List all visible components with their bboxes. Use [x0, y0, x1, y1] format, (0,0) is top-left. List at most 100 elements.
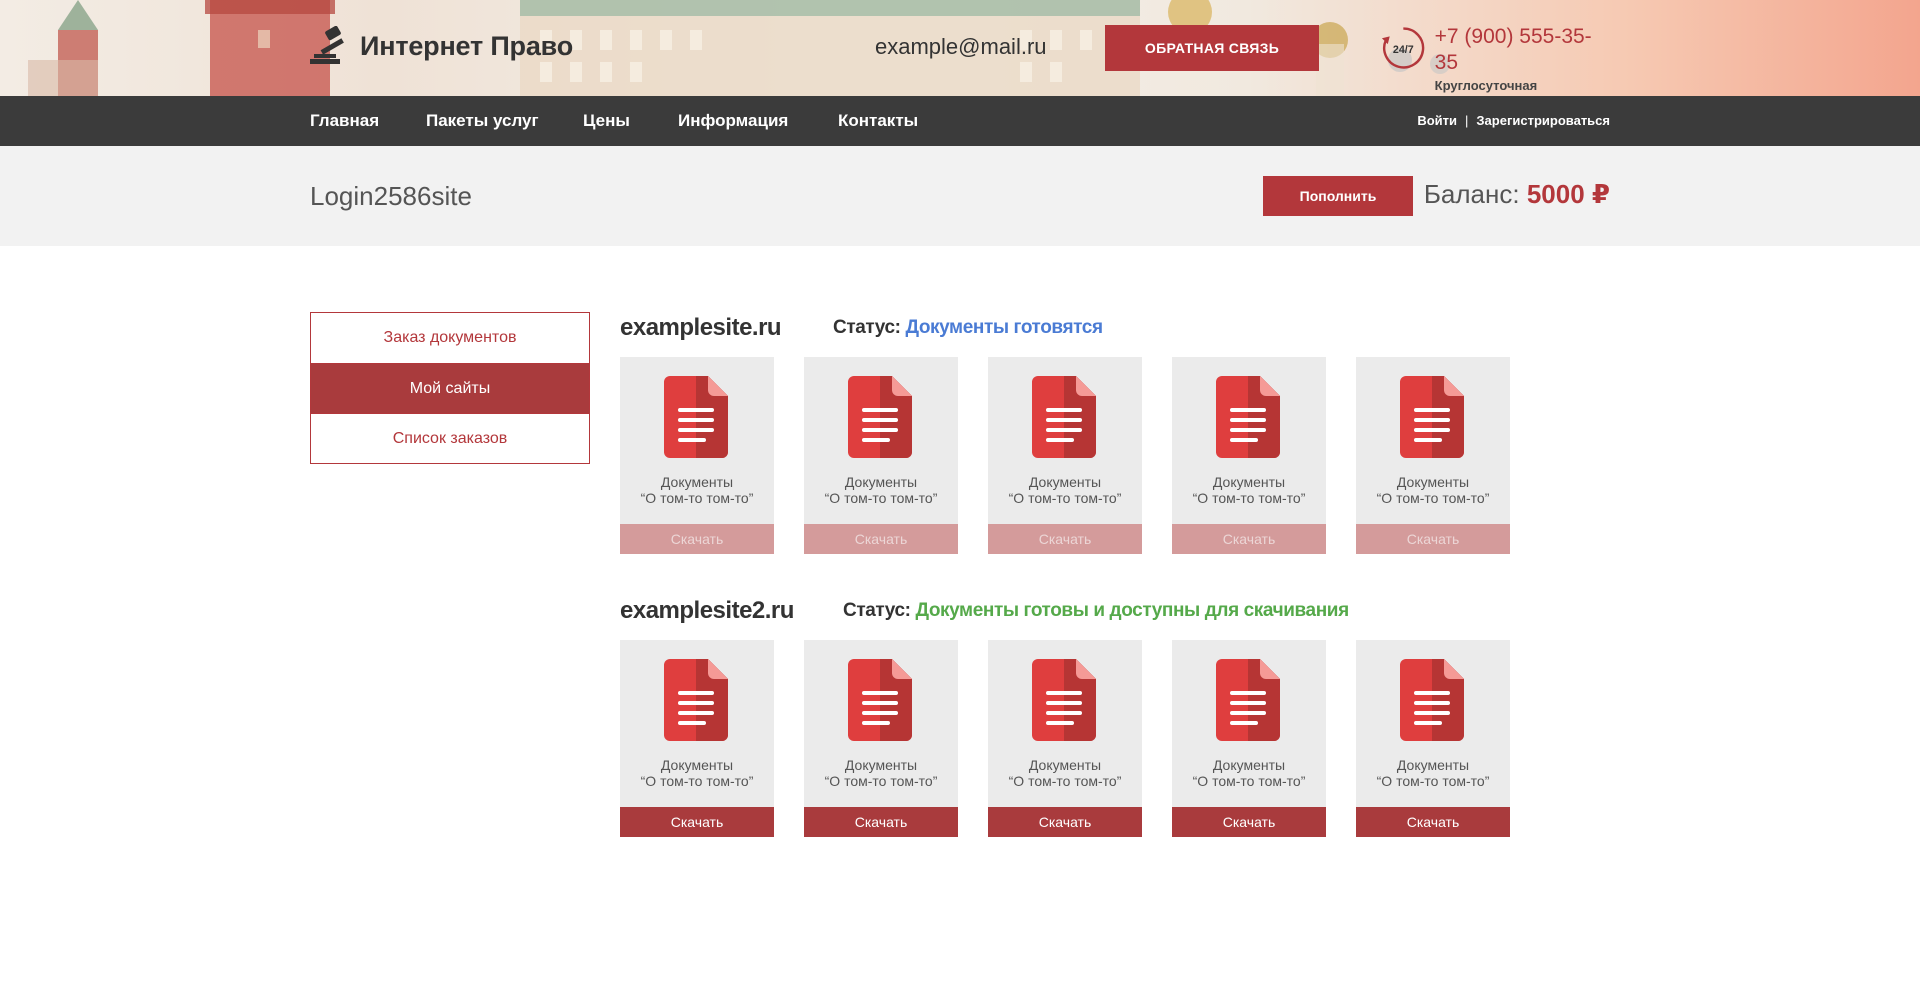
document-card: Документы “О том-то том-то” Скачать: [804, 357, 958, 554]
document-card: Документы “О том-то том-то” Скачать: [988, 640, 1142, 837]
support-badge-text: 24/7: [1393, 44, 1414, 56]
document-cards: Документы “О том-то том-то” Скачать Докум…: [620, 640, 1510, 837]
document-title-line1: Документы: [1212, 474, 1286, 490]
balance-value: 5000 ₽: [1526, 179, 1610, 209]
document-card-label: Документы “О том-то том-то”: [804, 757, 958, 789]
clock-24-7-icon: 24/7: [1381, 27, 1425, 69]
site-status: Статус: Документы готовятся: [833, 317, 1103, 339]
document-title-line1: Документы: [1212, 757, 1286, 773]
document-title-line2: “О том-то том-то”: [824, 773, 938, 789]
topup-button[interactable]: Пополнить: [1263, 176, 1413, 216]
document-title-line2: “О том-то том-то”: [1008, 490, 1122, 506]
balance: Баланс: 5000 ₽: [1424, 179, 1610, 210]
sidebar-item-order-documents[interactable]: Заказ документов: [311, 313, 589, 363]
site-status-label: Статус:: [843, 600, 911, 621]
feedback-button[interactable]: Обратная связь: [1105, 25, 1319, 71]
document-card: Документы “О том-то том-то” Скачать: [1356, 640, 1510, 837]
document-title-line2: “О том-то том-то”: [824, 490, 938, 506]
document-icon: [664, 376, 728, 458]
nav-item-contacts[interactable]: Контакты: [838, 96, 918, 146]
document-card: Документы “О том-то том-то” Скачать: [988, 357, 1142, 554]
document-title-line1: Документы: [1396, 474, 1470, 490]
download-button[interactable]: Скачать: [804, 524, 958, 554]
download-button[interactable]: Скачать: [804, 807, 958, 837]
site-status-value: Документы готовятся: [905, 317, 1103, 338]
site-status: Статус: Документы готовы и доступны для …: [843, 600, 1349, 622]
download-button[interactable]: Скачать: [1172, 807, 1326, 837]
document-card: Документы “О том-то том-то” Скачать: [1356, 357, 1510, 554]
support-phone[interactable]: +7 (900) 555-35-35: [1435, 24, 1610, 76]
nav-item-prices[interactable]: Цены: [583, 96, 630, 146]
document-icon: [1032, 659, 1096, 741]
nav-item-home[interactable]: Главная: [310, 96, 379, 146]
user-bar: Login2586site Пополнить Баланс: 5000 ₽: [0, 146, 1920, 246]
document-card-label: Документы “О том-то том-то”: [620, 474, 774, 506]
document-card-label: Документы “О том-то том-то”: [1356, 757, 1510, 789]
site-title: examplesite2.ru: [620, 597, 794, 624]
document-icon: [848, 376, 912, 458]
document-card: Документы “О том-то том-то” Скачать: [1172, 640, 1326, 837]
support-text: Круглосуточная поддержка: [1434, 78, 1538, 96]
download-button[interactable]: Скачать: [1356, 807, 1510, 837]
document-title-line1: Документы: [844, 474, 918, 490]
gavel-icon: [310, 26, 344, 64]
document-card: Документы “О том-то том-то” Скачать: [620, 357, 774, 554]
site-status-value: Документы готовы и доступны для скачиван…: [915, 600, 1349, 621]
auth-separator: |: [1465, 113, 1469, 128]
auth-links: Войти | Зарегистрироваться: [1417, 96, 1610, 146]
document-icon: [1216, 659, 1280, 741]
main-nav: Главная Пакеты услуг Цены Информация Кон…: [0, 96, 1920, 146]
sidebar-item-my-sites[interactable]: Мой сайты: [311, 363, 589, 413]
user-login: Login2586site: [310, 181, 472, 211]
nav-item-info[interactable]: Информация: [678, 96, 788, 146]
document-cards: Документы “О том-то том-то” Скачать Докум…: [620, 357, 1510, 554]
document-card-label: Документы “О том-то том-то”: [620, 757, 774, 789]
download-button[interactable]: Скачать: [620, 807, 774, 837]
download-button[interactable]: Скачать: [1172, 524, 1326, 554]
download-button[interactable]: Скачать: [620, 524, 774, 554]
document-card-label: Документы “О том-то том-то”: [1172, 757, 1326, 789]
document-card: Документы “О том-то том-то” Скачать: [804, 640, 958, 837]
logo-text: Интернет Право: [360, 30, 573, 61]
document-icon: [1216, 376, 1280, 458]
login-link[interactable]: Войти: [1417, 113, 1457, 128]
document-title-line2: “О том-то том-то”: [1376, 773, 1490, 789]
document-title-line1: Документы: [1028, 757, 1102, 773]
document-icon: [1032, 376, 1096, 458]
document-title-line2: “О том-то том-то”: [640, 773, 754, 789]
document-title-line2: “О том-то том-то”: [1376, 490, 1490, 506]
document-card-label: Документы “О том-то том-то”: [988, 757, 1142, 789]
nav-item-packages[interactable]: Пакеты услуг: [426, 96, 539, 146]
sidebar-menu: Заказ документов Мой сайты Список заказо…: [310, 312, 590, 464]
document-title-line1: Документы: [660, 757, 734, 773]
document-title-line2: “О том-то том-то”: [640, 490, 754, 506]
support-block: 24/7 +7 (900) 555-35-35 Круглосуточная п…: [1380, 24, 1610, 96]
document-title-line1: Документы: [1396, 757, 1470, 773]
document-title-line2: “О том-то том-то”: [1008, 773, 1122, 789]
document-icon: [1400, 376, 1464, 458]
register-link[interactable]: Зарегистрироваться: [1476, 113, 1610, 128]
download-button[interactable]: Скачать: [988, 807, 1142, 837]
document-card-label: Документы “О том-то том-то”: [804, 474, 958, 506]
document-icon: [848, 659, 912, 741]
sidebar-item-order-list[interactable]: Список заказов: [311, 413, 589, 463]
document-card: Документы “О том-то том-то” Скачать: [1172, 357, 1326, 554]
document-title-line1: Документы: [660, 474, 734, 490]
document-title-line1: Документы: [1028, 474, 1102, 490]
document-icon: [664, 659, 728, 741]
download-button[interactable]: Скачать: [988, 524, 1142, 554]
header-email[interactable]: example@mail.ru: [875, 34, 1047, 60]
top-header: Интернет Право example@mail.ru Обратная …: [0, 0, 1920, 96]
logo[interactable]: Интернет Право: [310, 26, 573, 66]
document-card-label: Документы “О том-то том-то”: [1356, 474, 1510, 506]
document-icon: [1400, 659, 1464, 741]
site-status-label: Статус:: [833, 317, 901, 338]
document-title-line1: Документы: [844, 757, 918, 773]
document-title-line2: “О том-то том-то”: [1192, 490, 1306, 506]
balance-label: Баланс:: [1423, 179, 1520, 209]
document-card: Документы “О том-то том-то” Скачать: [620, 640, 774, 837]
site-title: examplesite.ru: [620, 314, 782, 341]
document-card-label: Документы “О том-то том-то”: [988, 474, 1142, 506]
download-button[interactable]: Скачать: [1356, 524, 1510, 554]
document-card-label: Документы “О том-то том-то”: [1172, 474, 1326, 506]
